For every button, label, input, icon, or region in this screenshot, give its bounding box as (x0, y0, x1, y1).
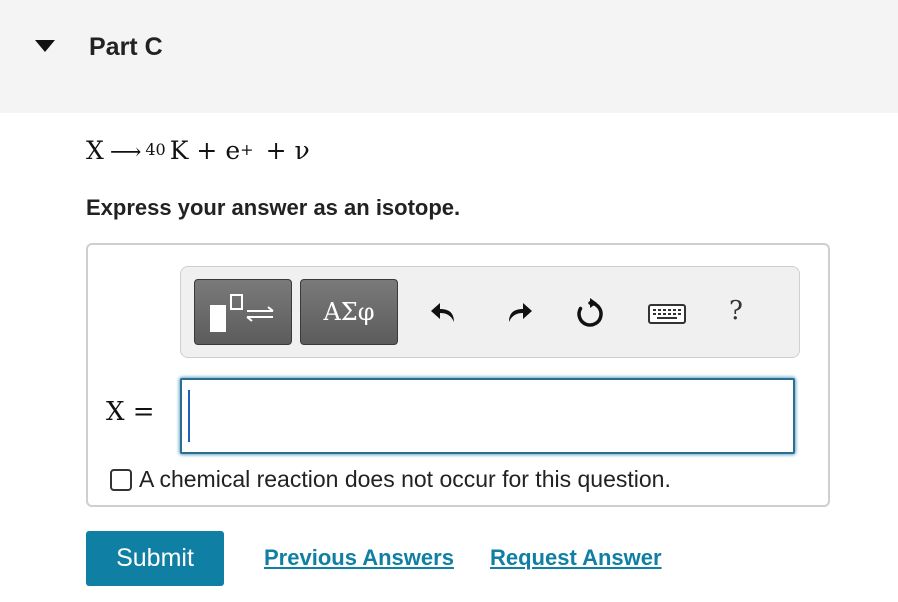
no-reaction-label[interactable]: A chemical reaction does not occur for t… (139, 466, 671, 493)
plus-sign: + (265, 136, 287, 165)
undo-icon[interactable] (428, 297, 460, 329)
mass-number: 40 (145, 140, 166, 159)
reset-icon[interactable] (574, 297, 606, 329)
answer-input[interactable] (180, 378, 795, 454)
part-header[interactable]: Part C (0, 0, 898, 113)
greek-letters-button[interactable]: ΑΣφ (300, 279, 398, 345)
product-element: K (169, 136, 189, 165)
positron-symbol: e (225, 136, 241, 165)
request-answer-link[interactable]: Request Answer (490, 545, 662, 571)
previous-answers-link[interactable]: Previous Answers (264, 545, 454, 571)
answer-label: X = (106, 397, 155, 427)
instruction-text: Express your answer as an isotope. (86, 195, 461, 220)
submit-button[interactable]: Submit (86, 531, 224, 586)
no-reaction-checkbox[interactable] (110, 469, 132, 491)
neutrino-symbol: ν (294, 136, 310, 165)
reaction-equation: X ⟶ 40 K + e + + ν (86, 136, 310, 165)
reactant-symbol: X (86, 136, 104, 165)
part-title: Part C (89, 33, 163, 61)
help-icon[interactable]: ? (729, 296, 743, 326)
plus-sign: + (196, 136, 218, 165)
positron-charge: + (240, 140, 254, 159)
text-cursor (188, 390, 190, 442)
redo-icon[interactable] (503, 297, 535, 329)
reaction-arrow: ⟶ (109, 140, 142, 165)
templates-button[interactable] (194, 279, 292, 345)
collapse-caret-icon[interactable] (35, 40, 55, 52)
templates-icon (210, 294, 274, 332)
keyboard-icon[interactable] (648, 297, 686, 329)
